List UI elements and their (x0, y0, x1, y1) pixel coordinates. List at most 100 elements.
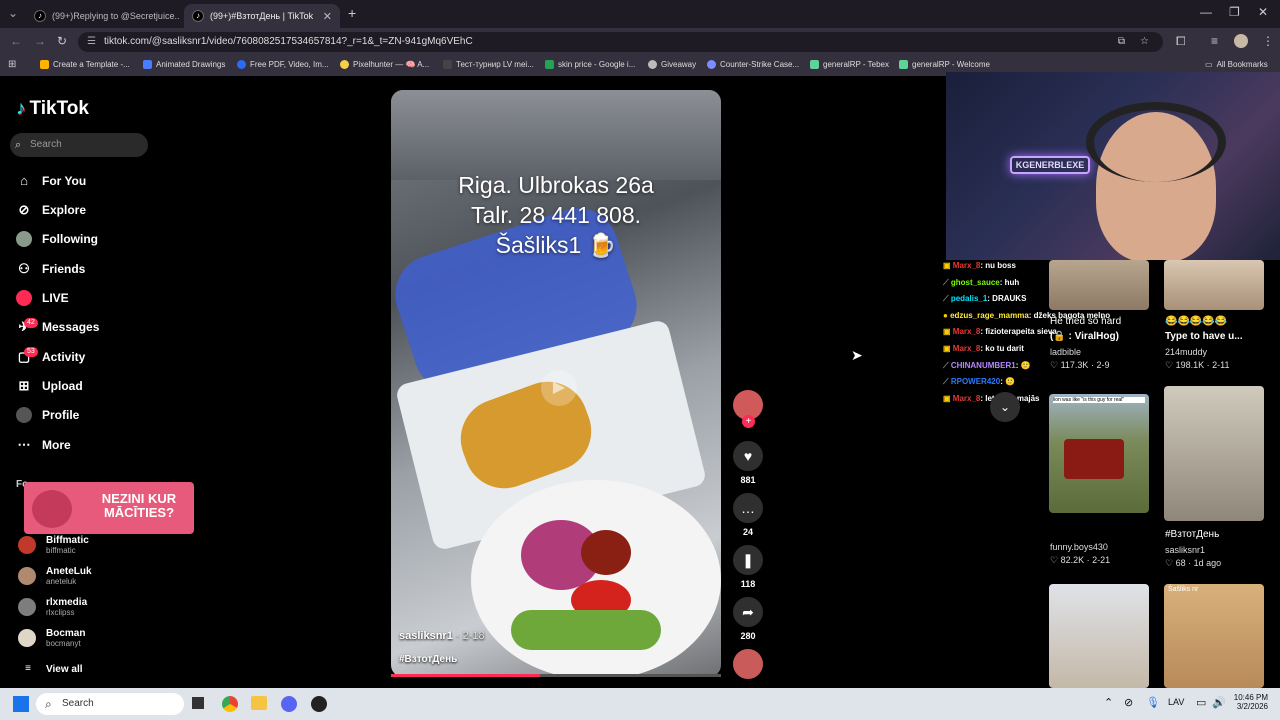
tray-chevron-icon[interactable]: ⌃ (1104, 696, 1113, 709)
video-hashtag[interactable]: #ВзтотДень (399, 654, 457, 665)
nav-live[interactable]: LIVE (16, 290, 69, 306)
bookmark-7[interactable]: Giveaway (648, 60, 696, 69)
chrome-icon[interactable] (222, 696, 238, 712)
tiktok-note-icon: ♪ (16, 98, 26, 119)
video-author[interactable]: sasliksnr1 (399, 630, 453, 642)
promo-banner[interactable]: NEZINI KUR MĀCĪTIES? (24, 482, 194, 534)
nav-profile[interactable]: Profile (16, 407, 79, 423)
scroll-down-chevron-icon[interactable]: ⌄ (990, 392, 1020, 422)
address-bar[interactable]: ☰ tiktok.com/@sasliksnr1/video/760808251… (78, 32, 1163, 52)
grid-thumbnail[interactable] (1049, 260, 1149, 310)
menu-kebab-icon[interactable]: ⋮ (1262, 34, 1274, 48)
media-control-icon[interactable]: ≡ (1211, 34, 1218, 48)
install-app-icon[interactable]: ⧉ (1118, 32, 1125, 52)
forward-icon[interactable]: → (34, 34, 46, 48)
windows-start-icon[interactable] (13, 696, 29, 712)
grid-caption: lion was like "is this guy for real" (1053, 397, 1145, 403)
nav-more[interactable]: ⋯ More (16, 437, 71, 453)
like-button[interactable]: ♥ 881 (733, 441, 763, 485)
grid-author[interactable]: funny.boys430 (1050, 542, 1108, 552)
grid-thumbnail[interactable]: Šašliks nr (1164, 584, 1264, 688)
save-button[interactable]: ❚ 118 (733, 545, 763, 589)
grid-author[interactable]: sasliksnr1 (1165, 545, 1205, 555)
clock-date: 3/2/2026 (1236, 702, 1268, 711)
microphone-icon[interactable]: 🎙 (1146, 696, 1160, 709)
app-icon[interactable] (311, 696, 327, 712)
site-info-icon[interactable]: ☰ (87, 32, 96, 52)
chat-message: ▣ Marx_8: nu boss (943, 261, 1016, 270)
bookmark-4[interactable]: Pixelhunter — 🧠 A... (340, 60, 429, 69)
tab-search-icon[interactable]: ⌄ (8, 6, 18, 20)
grid-thumbnail[interactable] (1049, 584, 1149, 688)
clock[interactable]: 10:46 PM 3/2/2026 (1228, 693, 1268, 711)
apps-grid-icon[interactable]: ⊞ (8, 59, 16, 70)
play-icon[interactable]: ▶ (541, 370, 577, 406)
chat-message: ▣ Marx_8: fizioterapeita sieva (943, 327, 1057, 336)
bookmark-10[interactable]: generalRP - Welcome (899, 60, 990, 69)
bookmark-3[interactable]: Free PDF, Video, Im... (237, 60, 329, 69)
search-icon: ⌕ (45, 697, 52, 711)
restore-icon[interactable]: ❐ (1229, 5, 1240, 19)
grid-stats: ♡ 198.1K · 2-11 (1165, 360, 1230, 370)
account-item[interactable]: AneteLuk aneteluk (18, 566, 92, 586)
bookmark-6[interactable]: skin price - Google i... (545, 60, 635, 69)
bookmark-star-icon[interactable]: ☆ (1140, 32, 1149, 52)
view-all-link[interactable]: ≡ View all (20, 661, 82, 677)
video-progress-bar[interactable] (391, 674, 721, 677)
grid-author[interactable]: ladbible (1050, 347, 1081, 357)
network-off-icon[interactable]: ⊘ (1124, 696, 1133, 709)
bookmark-5[interactable]: Тест-турнир LV mei... (443, 60, 534, 69)
minimize-icon[interactable]: — (1200, 5, 1212, 19)
bookmark-8[interactable]: Counter-Strike Case... (707, 60, 799, 69)
all-bookmarks[interactable]: ▭ All Bookmarks (1205, 60, 1268, 69)
grid-views: 198.1K (1175, 360, 1205, 370)
back-icon[interactable]: ← (10, 34, 22, 48)
grid-thumbnail[interactable] (1164, 260, 1264, 310)
tab-close-icon[interactable]: ✕ (323, 10, 332, 23)
search-input[interactable]: ⌕ Search (10, 133, 148, 157)
grid-title: #ВзтотДень (1165, 529, 1220, 540)
chat-text: : 🙂 (1000, 377, 1016, 386)
nav-upload[interactable]: ⊞ Upload (16, 378, 83, 394)
display-icon[interactable]: ▭ (1196, 696, 1206, 709)
language-indicator[interactable]: LAV (1168, 697, 1184, 707)
nav-friends[interactable]: ⚇ Friends (16, 261, 85, 277)
file-explorer-icon[interactable] (251, 696, 267, 710)
account-item[interactable]: Bocman bocmanyt (18, 628, 85, 648)
bookmark-2[interactable]: Animated Drawings (143, 60, 225, 69)
task-view-icon[interactable] (192, 697, 204, 709)
discord-icon[interactable] (281, 696, 297, 712)
music-disc-button[interactable] (733, 649, 763, 679)
grid-thumbnail[interactable] (1164, 386, 1264, 521)
account-item[interactable]: rlxmedia rlxclipss (18, 597, 87, 617)
nav-label: LIVE (42, 291, 69, 305)
grid-author[interactable]: 214muddy (1165, 347, 1207, 357)
window-close-icon[interactable]: ✕ (1258, 5, 1268, 19)
nav-explore[interactable]: ⊘ Explore (16, 202, 86, 218)
volume-icon[interactable]: 🔊 (1212, 696, 1226, 709)
video-player[interactable]: Riga. Ulbrokas 26a Talr. 28 441 808. Šaš… (391, 90, 721, 677)
grid-thumbnail[interactable]: lion was like "is this guy for real" (1049, 394, 1149, 513)
comment-button[interactable]: … 24 (733, 493, 763, 537)
tiktok-logo[interactable]: ♪ TikTok (16, 98, 89, 120)
browser-tab-1[interactable]: ♪ (99+)Replying to @Secretjuice... ✕ (26, 4, 180, 28)
avatar (18, 536, 36, 554)
browser-tab-2[interactable]: ♪ (99+)#ВзтотДень | TikTok ✕ (184, 4, 340, 28)
nav-following[interactable]: Following (16, 231, 98, 247)
chat-message: ⟋ RPOWER420: 🙂 (943, 377, 1016, 386)
comment-icon: … (733, 493, 763, 523)
bookmark-label: Free PDF, Video, Im... (250, 60, 329, 69)
new-tab-icon[interactable]: + (348, 5, 356, 21)
author-avatar-button[interactable]: + (733, 390, 763, 428)
nav-for-you[interactable]: ⌂ For You (16, 173, 86, 189)
taskbar-search[interactable]: ⌕ Search (36, 693, 184, 715)
extensions-icon[interactable]: ⧠ (1176, 34, 1186, 49)
grid-stats: ♡ 117.3K · 2-9 (1050, 360, 1110, 370)
follow-plus-icon[interactable]: + (742, 415, 755, 428)
share-button[interactable]: ➦ 280 (733, 597, 763, 641)
reload-icon[interactable]: ↻ (57, 34, 67, 48)
profile-avatar[interactable] (1234, 34, 1248, 48)
bookmark-9[interactable]: generalRP - Tebex (810, 60, 889, 69)
account-item[interactable]: Biffmatic biffmatic (18, 535, 89, 555)
bookmark-1[interactable]: Create a Template -... (40, 60, 130, 69)
